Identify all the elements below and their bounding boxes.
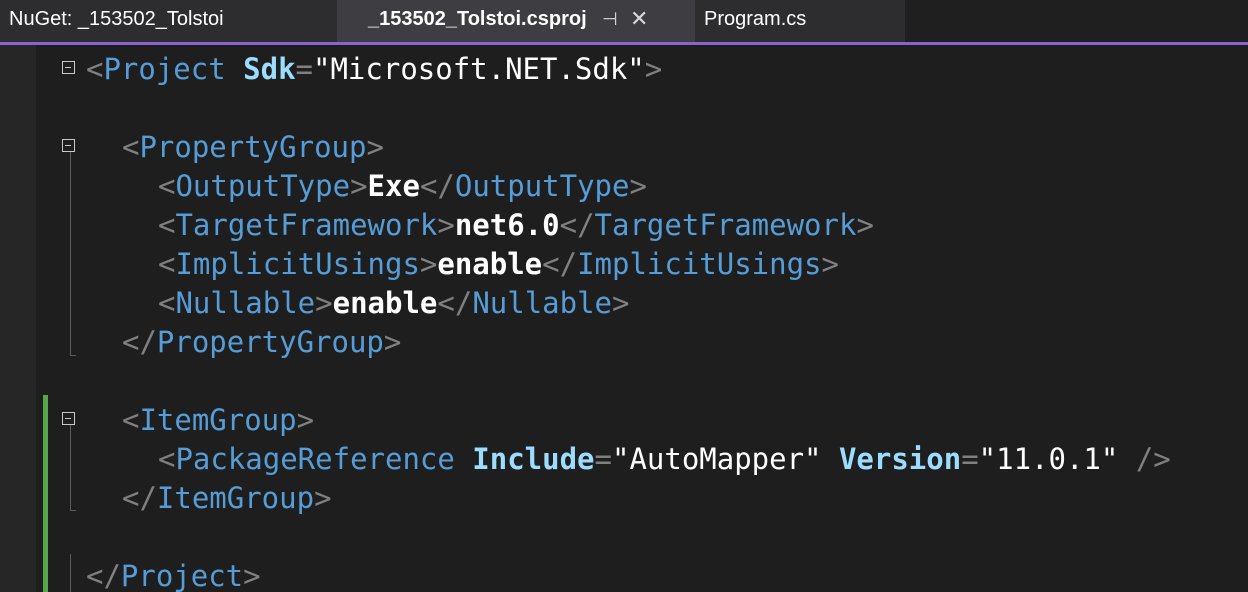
include-attribute: Include [472,442,595,476]
itemgroup-close-tag: ItemGroup [156,481,315,515]
targetframework-open-tag: TargetFramework [175,208,438,242]
change-tracking-bar [43,395,48,592]
sdk-attribute: Sdk [243,52,296,86]
document-tab-strip: NuGet: _153502_Tolstoi _153502_Tolstoi.c… [0,0,1248,42]
propertygroup-outline-guide [70,152,71,355]
code-line-12: </ItemGroup> [122,481,332,515]
code-line-11: <PackageReference Include="AutoMapper" V… [158,442,1171,476]
tab-program-cs[interactable]: Program.cs [695,0,905,42]
code-line-3: <PropertyGroup> [122,130,384,164]
editor-window: NuGet: _153502_Tolstoi _153502_Tolstoi.c… [0,0,1248,592]
itemgroup-outline-end [70,510,76,511]
outputtype-value: Exe [367,169,420,203]
project-close-tag: Project [120,559,244,592]
packagereference-tag: PackageReference [175,442,455,476]
fold-itemgroup-icon[interactable] [62,412,75,425]
fold-project-icon[interactable] [62,61,75,74]
nullable-value: enable [332,286,438,320]
code-line-4: <OutputType>Exe</OutputType> [158,169,647,203]
itemgroup-outline-guide [70,425,71,510]
code-line-6: <ImplicitUsings>enable</ImplicitUsings> [158,247,839,281]
fold-propertygroup-icon[interactable] [62,139,75,152]
include-value: "AutoMapper" [611,442,822,476]
targetframework-value: net6.0 [454,208,560,242]
glyph-margin [0,45,36,592]
code-line-7: <Nullable>enable</Nullable> [158,286,630,320]
version-attribute: Version [838,442,962,476]
implicitusings-close-tag: ImplicitUsings [577,247,822,281]
project-tag: Project [103,52,226,86]
code-editor[interactable]: <Project Sdk="Microsoft.NET.Sdk"> <Prope… [0,45,1248,592]
code-line-5: <TargetFramework>net6.0</TargetFramework… [158,208,874,242]
code-line-8: </PropertyGroup> [122,325,402,359]
tab-nuget[interactable]: NuGet: _153502_Tolstoi [0,0,337,42]
itemgroup-open-tag: ItemGroup [139,403,297,437]
pin-icon[interactable]: ⊣ [602,0,618,38]
tab-csproj[interactable]: _153502_Tolstoi.csproj ⊣ ✕ [337,0,695,42]
code-line-14: </Project> [86,559,261,592]
nullable-open-tag: Nullable [175,286,316,320]
implicitusings-open-tag: ImplicitUsings [175,247,420,281]
implicitusings-value: enable [437,247,543,281]
close-icon[interactable]: ✕ [630,0,648,38]
targetframework-close-tag: TargetFramework [594,208,857,242]
code-line-10: <ItemGroup> [122,403,315,437]
tab-nuget-label: NuGet: _153502_Tolstoi [9,8,224,30]
code-line-1: <Project Sdk="Microsoft.NET.Sdk"> [86,52,663,86]
tab-program-cs-label: Program.cs [704,8,807,30]
outputtype-close-tag: OutputType [454,169,630,203]
sdk-value: "Microsoft.NET.Sdk" [313,52,645,86]
propertygroup-outline-end [70,355,76,356]
outputtype-open-tag: OutputType [175,169,351,203]
tab-csproj-label: _153502_Tolstoi.csproj [368,8,587,30]
nullable-close-tag: Nullable [472,286,612,320]
propertygroup-close-tag: PropertyGroup [156,325,384,359]
propertygroup-open-tag: PropertyGroup [139,130,367,164]
project-outline-guide [70,554,71,592]
version-value: "11.0.1" [978,442,1119,476]
